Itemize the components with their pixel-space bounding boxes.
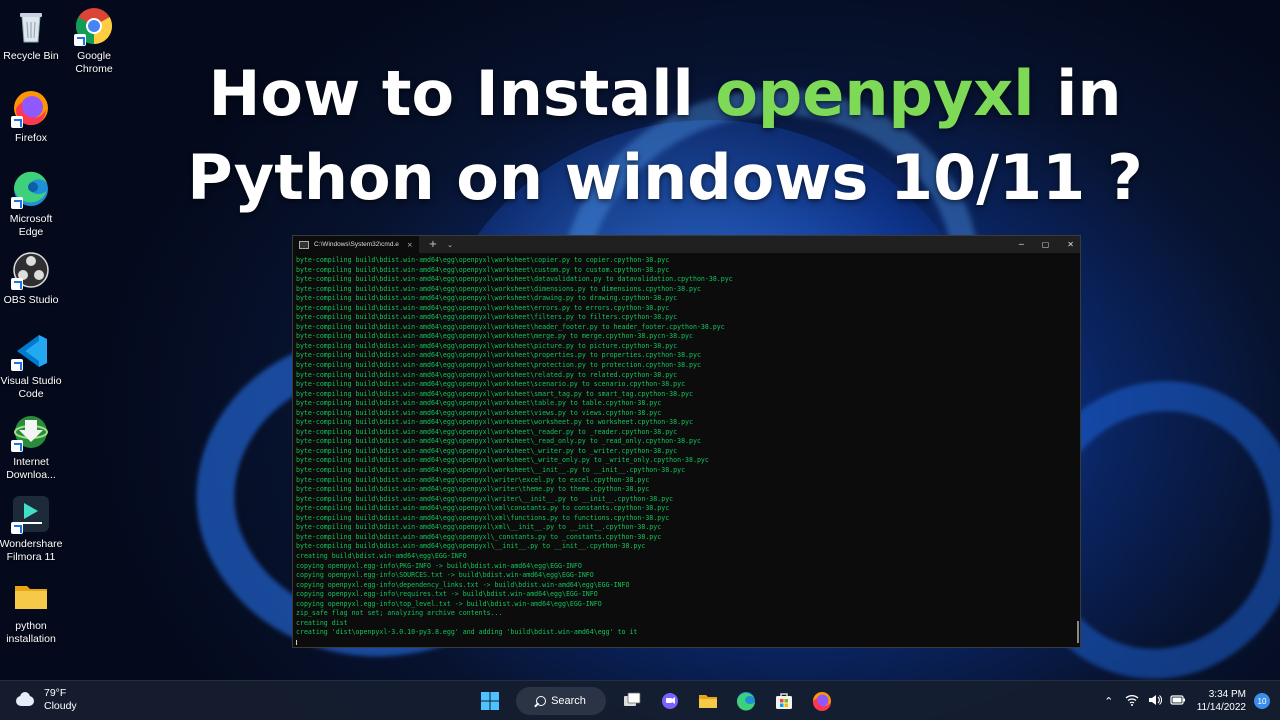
terminal-line: byte-compiling build\bdist.win-amd64\egg… xyxy=(296,256,670,264)
file-explorer-button[interactable] xyxy=(692,685,724,717)
terminal-line: creating 'dist\openpyxl-3.0.10-py3.8.egg… xyxy=(296,628,638,637)
desktop-icon-chrome[interactable]: Google Chrome xyxy=(61,6,127,76)
terminal-line: byte-compiling build\bdist.win-amd64\egg… xyxy=(296,322,725,331)
store-button[interactable] xyxy=(768,685,800,717)
desktop-icon-python-installation-folder[interactable]: python installation xyxy=(0,576,64,646)
terminal-line: byte-compiling build\bdist.win-amd64\egg… xyxy=(296,313,678,322)
file-explorer-icon xyxy=(699,695,717,708)
terminal-line: byte-compiling build\bdist.win-amd64\egg… xyxy=(296,485,650,494)
clock[interactable]: 3:34 PM 11/14/2022 xyxy=(1197,688,1246,714)
edge-icon xyxy=(736,692,755,711)
tab-close-button[interactable]: × xyxy=(407,241,413,249)
terminal-cursor xyxy=(296,639,297,645)
volume-icon[interactable] xyxy=(1145,694,1165,709)
terminal-line: byte-compiling build\bdist.win-amd64\egg… xyxy=(296,303,670,312)
terminal-line: byte-compiling build\bdist.win-amd64\egg… xyxy=(296,446,678,455)
edge-taskbar-button[interactable] xyxy=(730,685,762,717)
terminal-line: byte-compiling build\bdist.win-amd64\egg… xyxy=(296,475,650,484)
desktop-icon-vscode[interactable]: Visual Studio Code xyxy=(0,331,64,401)
maximize-button[interactable]: ▢ xyxy=(1042,240,1050,249)
close-button[interactable]: ✕ xyxy=(1067,240,1074,249)
taskbar: 79°F Cloudy Search ⌃ 3:34 PM 11/14/2022 … xyxy=(0,680,1280,720)
filmora-icon xyxy=(11,494,51,534)
terminal-line: byte-compiling build\bdist.win-amd64\egg… xyxy=(296,456,709,465)
terminal-line: byte-compiling build\bdist.win-amd64\egg… xyxy=(296,351,701,360)
new-tab-button[interactable]: + xyxy=(429,239,437,250)
terminal-line: byte-compiling build\bdist.win-amd64\egg… xyxy=(296,513,670,522)
minimize-button[interactable]: ─ xyxy=(1019,240,1024,249)
terminal-line: byte-compiling build\bdist.win-amd64\egg… xyxy=(296,284,701,293)
terminal-line: byte-compiling build\bdist.win-amd64\egg… xyxy=(296,275,733,284)
show-hidden-icons-button[interactable]: ⌃ xyxy=(1099,695,1119,708)
recycle-bin-icon xyxy=(11,6,51,46)
terminal-line: byte-compiling build\bdist.win-amd64\egg… xyxy=(296,265,670,274)
terminal-line: copying openpyxl.egg-info\top_level.txt … xyxy=(296,599,602,608)
notification-badge[interactable]: 10 xyxy=(1254,693,1270,709)
desktop-icon-obs[interactable]: OBS Studio xyxy=(0,250,64,307)
terminal-line: copying openpyxl.egg-info\PKG-INFO -> bu… xyxy=(296,561,582,570)
terminal-line: copying openpyxl.egg-info\SOURCES.txt ->… xyxy=(296,571,594,580)
terminal-line: byte-compiling build\bdist.win-amd64\egg… xyxy=(296,532,662,541)
terminal-line: copying openpyxl.egg-info\dependency_lin… xyxy=(296,580,630,589)
terminal-line: zip_safe flag not set; analyzing archive… xyxy=(296,609,503,618)
headline-highlight: openpyxl xyxy=(715,57,1035,130)
wifi-icon[interactable] xyxy=(1122,694,1142,709)
chat-icon xyxy=(662,693,678,709)
terminal-line: creating build\bdist.win-amd64\egg\EGG-I… xyxy=(296,551,467,560)
terminal-line: byte-compiling build\bdist.win-amd64\egg… xyxy=(296,427,678,436)
terminal-line: byte-compiling build\bdist.win-amd64\egg… xyxy=(296,294,678,303)
taskbar-search[interactable]: Search xyxy=(516,687,606,715)
terminal-line: creating dist xyxy=(296,618,348,627)
task-view-icon xyxy=(624,692,641,706)
terminal-line: byte-compiling build\bdist.win-amd64\egg… xyxy=(296,332,693,341)
idm-icon xyxy=(11,412,51,452)
search-icon xyxy=(536,696,547,706)
firefox-icon xyxy=(11,88,51,128)
desktop-icon-filmora[interactable]: Wondershare Filmora 11 xyxy=(0,494,64,564)
folder-icon xyxy=(11,576,51,616)
terminal-line: byte-compiling build\bdist.win-amd64\egg… xyxy=(296,380,686,389)
start-icon xyxy=(481,692,499,710)
desktop-icon-internet-download-manager[interactable]: Internet Downloa... xyxy=(0,412,64,482)
firefox-taskbar-button[interactable] xyxy=(806,685,838,717)
chat-button[interactable] xyxy=(654,685,686,717)
task-view-button[interactable] xyxy=(616,685,648,717)
terminal-line: byte-compiling build\bdist.win-amd64\egg… xyxy=(296,504,670,513)
terminal-line: byte-compiling build\bdist.win-amd64\egg… xyxy=(296,418,693,427)
terminal-line: byte-compiling build\bdist.win-amd64\egg… xyxy=(296,494,674,503)
edge-icon xyxy=(11,169,51,209)
firefox-icon xyxy=(813,692,831,711)
desktop-icon-firefox[interactable]: Firefox xyxy=(0,88,64,145)
terminal-line: byte-compiling build\bdist.win-amd64\egg… xyxy=(296,542,646,551)
terminal-line: byte-compiling build\bdist.win-amd64\egg… xyxy=(296,408,662,417)
terminal-line: byte-compiling build\bdist.win-amd64\egg… xyxy=(296,523,662,532)
start-button[interactable] xyxy=(474,685,506,717)
terminal-line: byte-compiling build\bdist.win-amd64\egg… xyxy=(296,341,678,350)
weather-widget[interactable]: 79°F Cloudy xyxy=(14,687,77,713)
terminal-line: byte-compiling build\bdist.win-amd64\egg… xyxy=(296,466,686,475)
cmd-icon xyxy=(299,240,309,249)
terminal-line: byte-compiling build\bdist.win-amd64\egg… xyxy=(296,437,701,446)
desktop-icon-edge[interactable]: Microsoft Edge xyxy=(0,169,64,239)
terminal-line: byte-compiling build\bdist.win-amd64\egg… xyxy=(296,361,701,370)
terminal-scrollbar[interactable] xyxy=(1077,621,1079,643)
store-icon xyxy=(776,693,792,709)
terminal-line: byte-compiling build\bdist.win-amd64\egg… xyxy=(296,399,662,408)
terminal-titlebar[interactable]: C:\Windows\System32\cmd.e × + ⌄ ─ ▢ ✕ xyxy=(293,236,1080,253)
obs-icon xyxy=(11,250,51,290)
desktop-icon-recycle-bin[interactable]: Recycle Bin xyxy=(0,6,64,63)
system-tray: ⌃ 3:34 PM 11/14/2022 10 xyxy=(1099,687,1270,715)
vscode-icon xyxy=(11,331,51,371)
terminal-line: byte-compiling build\bdist.win-amd64\egg… xyxy=(296,370,678,379)
terminal-line: byte-compiling build\bdist.win-amd64\egg… xyxy=(296,389,693,398)
video-headline: How to Install openpyxl in Python on win… xyxy=(187,57,1143,214)
terminal-output[interactable]: byte-compiling build\bdist.win-amd64\egg… xyxy=(293,253,1080,645)
battery-icon[interactable] xyxy=(1168,694,1188,708)
terminal-line: copying openpyxl.egg-info\requires.txt -… xyxy=(296,590,598,599)
tab-dropdown-button[interactable]: ⌄ xyxy=(447,241,453,249)
cloud-icon xyxy=(14,692,36,708)
terminal-window[interactable]: C:\Windows\System32\cmd.e × + ⌄ ─ ▢ ✕ by… xyxy=(292,235,1081,648)
chrome-icon xyxy=(74,6,114,46)
terminal-tab[interactable]: C:\Windows\System32\cmd.e × xyxy=(293,236,419,253)
